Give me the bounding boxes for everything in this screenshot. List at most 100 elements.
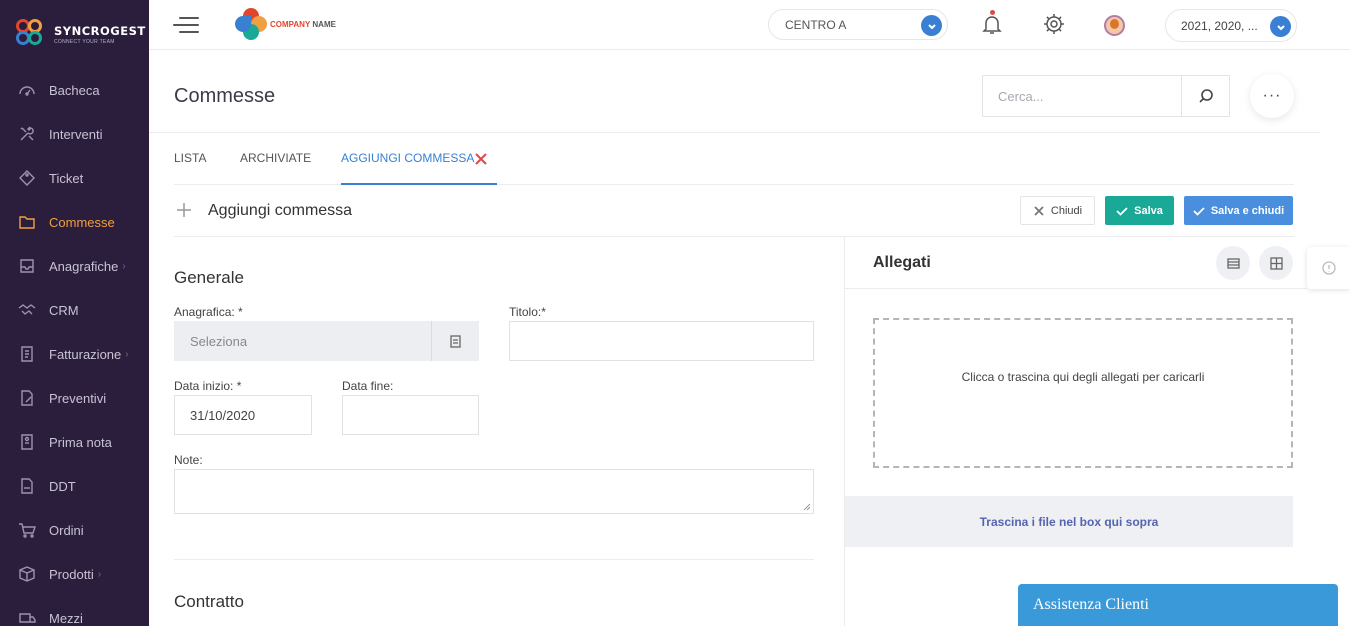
- sidebar-item-label: Bacheca: [49, 82, 100, 98]
- inbox-icon: [20, 259, 34, 273]
- save-button-label: Salva: [1134, 204, 1163, 217]
- section-title-contract: Contratto: [174, 592, 244, 611]
- company-logo: COMPANY NAME: [233, 6, 336, 42]
- company-logo-text-1: COMPANY: [270, 19, 311, 29]
- attachments-dropzone[interactable]: Clicca o trascina qui degli allegati per…: [873, 318, 1293, 468]
- save-and-close-button-label: Salva e chiudi: [1210, 204, 1285, 217]
- info-side-tab[interactable]: [1307, 247, 1350, 289]
- save-and-close-button[interactable]: Salva e chiudi: [1184, 196, 1293, 225]
- data-inizio-value: 31/10/2020: [190, 407, 256, 423]
- sidebar-item-label: Ticket: [49, 170, 84, 186]
- search-button[interactable]: [1181, 76, 1229, 116]
- save-button[interactable]: Salva: [1105, 196, 1174, 225]
- sidebar-item-label: Preventivi: [49, 390, 107, 406]
- anagrafica-label: Anagrafica: *: [174, 305, 243, 319]
- anagrafica-select[interactable]: Seleziona: [174, 321, 431, 361]
- data-fine-field[interactable]: [342, 395, 479, 435]
- years-select[interactable]: 2021, 2020, ...: [1165, 9, 1297, 42]
- ticket-icon: [19, 170, 35, 186]
- sidebar-item-ordini[interactable]: Ordini: [0, 508, 149, 552]
- user-avatar[interactable]: [1104, 15, 1125, 36]
- note-textarea[interactable]: [174, 469, 814, 514]
- sidebar-item-prodotti[interactable]: Prodotti ›: [0, 552, 149, 596]
- company-flower-icon: [233, 6, 269, 42]
- info-icon: [1321, 261, 1336, 275]
- brand-tagline: CONNECT YOUR TEAM: [54, 38, 115, 45]
- plus-icon: [175, 201, 193, 219]
- sidebar-item-label: Fatturazione: [49, 346, 122, 362]
- sidebar-item-preventivi[interactable]: Preventivi: [0, 376, 149, 420]
- note-icon: [21, 434, 33, 450]
- dropzone-text: Clicca o trascina qui degli allegati per…: [961, 370, 1205, 384]
- divider: [174, 236, 1294, 237]
- sidebar-item-prima-nota[interactable]: Prima nota: [0, 420, 149, 464]
- close-tab-icon[interactable]: [474, 152, 488, 166]
- grid-icon: [1269, 256, 1283, 270]
- vehicle-icon: [19, 613, 36, 623]
- search-input[interactable]: [983, 76, 1182, 116]
- sidebar-item-label: Prima nota: [49, 434, 112, 450]
- sidebar-item-anagrafiche[interactable]: Anagrafiche ›: [0, 244, 149, 288]
- tab-aggiungi-commessa[interactable]: AGGIUNGI COMMESSA: [341, 151, 474, 165]
- grid-view-button[interactable]: [1259, 246, 1293, 280]
- divider: [174, 559, 814, 560]
- close-button[interactable]: Chiudi: [1020, 196, 1095, 225]
- center-select[interactable]: CENTRO A: [768, 9, 948, 40]
- years-select-value: 2021, 2020, ...: [1181, 18, 1258, 33]
- sidebar-item-commesse[interactable]: Commesse: [0, 200, 149, 244]
- brand-logo-icon: [16, 19, 46, 49]
- box-icon: [19, 566, 35, 582]
- sidebar-item-ddt[interactable]: DDT: [0, 464, 149, 508]
- sidebar-nav: Bacheca Interventi Ticket Commesse Anagr…: [0, 68, 149, 626]
- dashboard-icon: [19, 86, 35, 96]
- divider: [149, 132, 1320, 133]
- invoice-icon: [21, 346, 33, 362]
- page-title: Commesse: [174, 85, 276, 107]
- divider: [845, 288, 1307, 289]
- chevron-right-icon: ›: [125, 348, 129, 360]
- anagrafica-lookup-button[interactable]: [431, 321, 479, 361]
- sidebar-item-crm[interactable]: CRM: [0, 288, 149, 332]
- company-logo-text-2: NAME: [312, 19, 336, 29]
- sidebar-item-mezzi[interactable]: Mezzi: [0, 596, 149, 626]
- sidebar-item-label: Ordini: [49, 522, 84, 538]
- center-select-value: CENTRO A: [785, 17, 847, 32]
- settings-gear-icon[interactable]: [1042, 12, 1066, 36]
- titolo-label: Titolo:*: [509, 305, 546, 319]
- tab-lista[interactable]: LISTA: [174, 151, 206, 165]
- sidebar-item-bacheca[interactable]: Bacheca: [0, 68, 149, 112]
- sidebar-item-fatturazione[interactable]: Fatturazione ›: [0, 332, 149, 376]
- topbar: COMPANY NAME CENTRO A 2021, 2020, ...: [149, 0, 1350, 50]
- chevron-right-icon: ›: [97, 568, 102, 580]
- sidebar-item-ticket[interactable]: Ticket: [0, 156, 149, 200]
- check-icon: [1193, 206, 1205, 216]
- tab-archiviate[interactable]: ARCHIVIATE: [240, 151, 311, 165]
- search-icon: [1199, 89, 1213, 103]
- chevron-down-icon: [921, 15, 942, 36]
- drop-hint: Trascina i file nel box qui sopra: [845, 496, 1293, 547]
- sidebar-item-interventi[interactable]: Interventi: [0, 112, 149, 156]
- handshake-icon: [18, 304, 36, 315]
- chevron-down-icon: [1270, 16, 1291, 37]
- brand[interactable]: SYNCROGEST CONNECT YOUR TEAM: [0, 0, 149, 68]
- more-options-button[interactable]: ···: [1250, 74, 1294, 118]
- search-box: [982, 75, 1230, 117]
- sidebar-item-label: CRM: [49, 302, 79, 318]
- customer-support-widget[interactable]: Assistenza Clienti: [1018, 584, 1338, 626]
- sidebar-item-label: Prodotti: [49, 566, 94, 582]
- active-tab-indicator: [341, 183, 497, 185]
- list-view-button[interactable]: [1216, 246, 1250, 280]
- notifications-bell-icon[interactable]: [980, 10, 1004, 36]
- sidebar: SYNCROGEST CONNECT YOUR TEAM Bacheca Int…: [0, 0, 149, 626]
- section-title-general: Generale: [174, 268, 244, 287]
- sidebar-item-label: DDT: [49, 478, 76, 494]
- titolo-field[interactable]: [509, 321, 814, 361]
- data-inizio-label: Data inizio: *: [174, 379, 242, 393]
- cart-icon: [19, 523, 36, 538]
- data-inizio-field[interactable]: 31/10/2020: [174, 395, 312, 435]
- table-list-icon: [1226, 257, 1240, 269]
- menu-toggle-icon[interactable]: [173, 17, 199, 38]
- folder-icon: [19, 216, 35, 229]
- resize-handle-icon[interactable]: [803, 503, 811, 511]
- sidebar-item-label: Mezzi: [49, 610, 83, 626]
